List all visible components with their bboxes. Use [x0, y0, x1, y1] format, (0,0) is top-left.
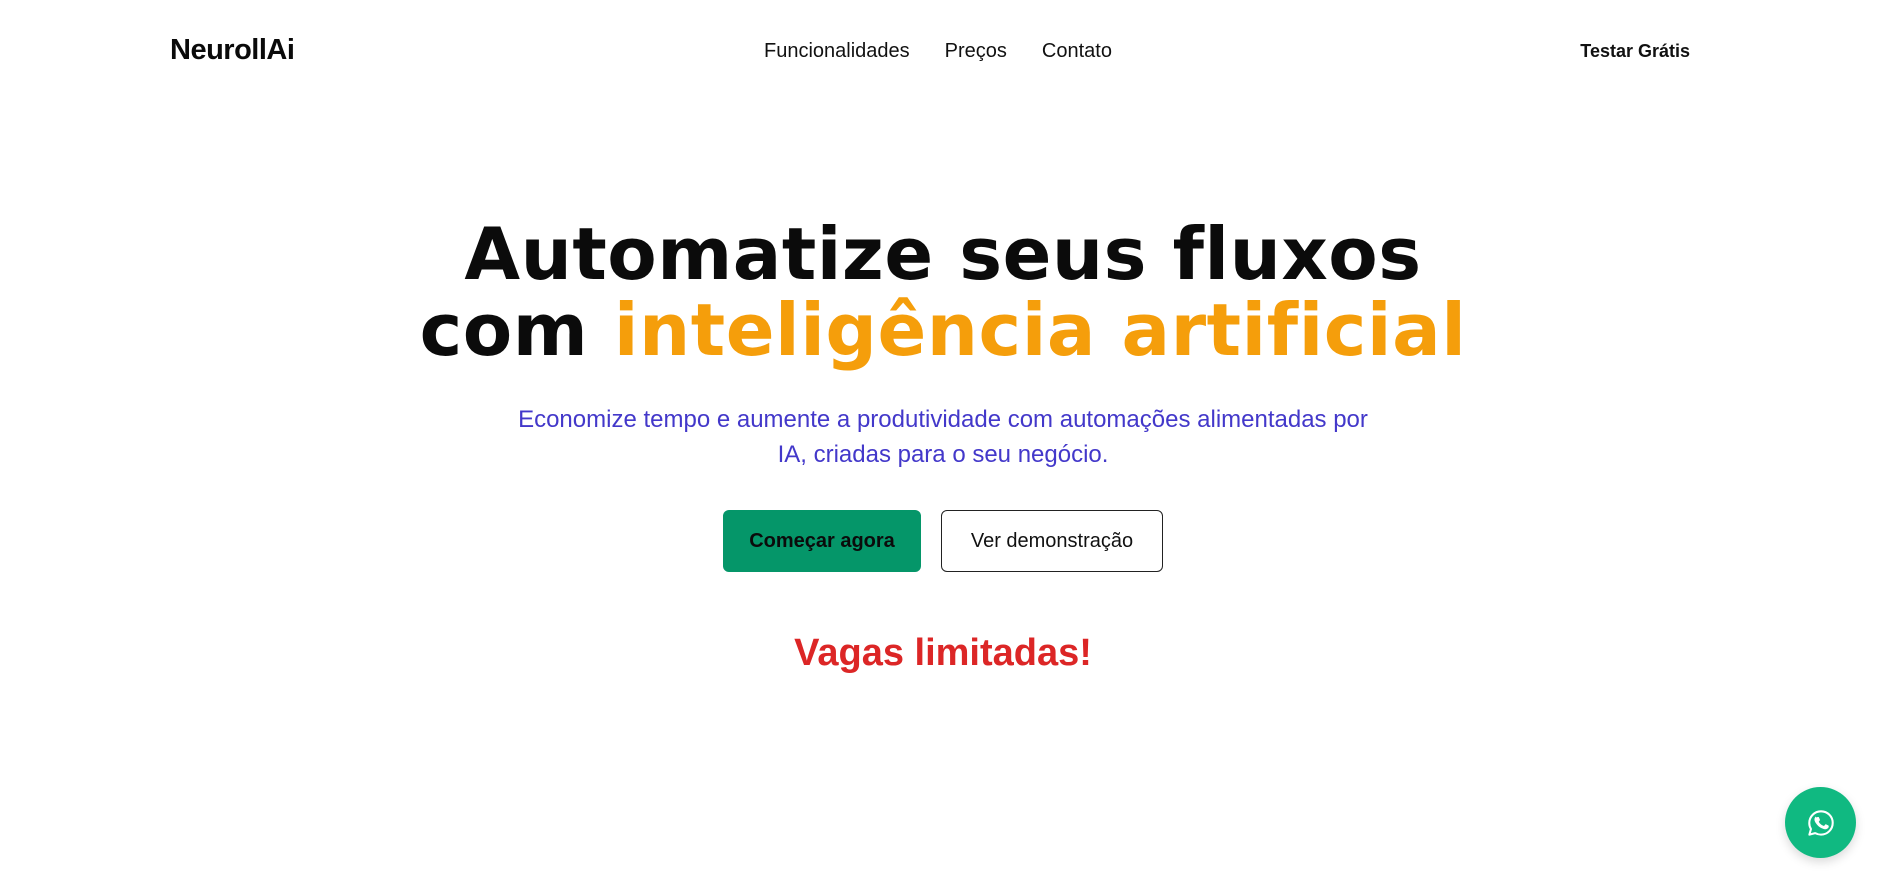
- headline-accent: inteligência artificial: [613, 288, 1467, 372]
- hero-buttons: Começar agora Ver demonstração: [0, 510, 1886, 572]
- view-demo-button[interactable]: Ver demonstração: [941, 510, 1163, 572]
- start-now-button[interactable]: Começar agora: [723, 510, 921, 572]
- hero-subtitle: Economize tempo e aumente a produtividad…: [518, 406, 1368, 468]
- nav-link-funcionalidades[interactable]: Funcionalidades: [764, 38, 910, 64]
- nav-link-contato[interactable]: Contato: [1042, 38, 1112, 64]
- site-header: NeurollAi Funcionalidades Preços Contato…: [0, 0, 1886, 102]
- headline-line-1: Automatize seus fluxos: [464, 212, 1422, 296]
- main-nav: Funcionalidades Preços Contato: [764, 38, 1112, 64]
- limited-spots-text: Vagas limitadas!: [794, 632, 1092, 674]
- hero-section: Automatize seus fluxos com inteligência …: [0, 216, 1886, 676]
- try-free-button[interactable]: Testar Grátis: [1580, 38, 1690, 64]
- hero-headline: Automatize seus fluxos com inteligência …: [0, 216, 1886, 368]
- whatsapp-button[interactable]: [1785, 787, 1856, 858]
- whatsapp-icon: [1807, 809, 1834, 836]
- headline-line-2-prefix: com: [419, 288, 614, 372]
- logo[interactable]: NeurollAi: [170, 32, 295, 68]
- nav-link-precos[interactable]: Preços: [945, 38, 1007, 64]
